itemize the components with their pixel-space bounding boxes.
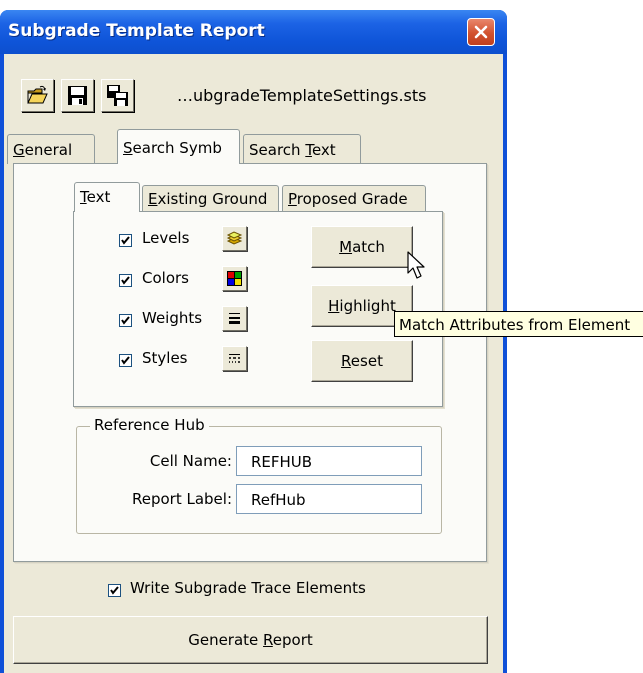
report-label-label: Report Label: (131, 490, 232, 508)
reset-button[interactable]: Reset (311, 340, 413, 382)
open-button[interactable] (21, 79, 54, 112)
folder-open-icon (27, 85, 48, 104)
close-icon (474, 25, 488, 39)
tab-search-text[interactable]: Search Text (243, 134, 361, 164)
styles-checkbox[interactable] (119, 354, 132, 367)
weights-button[interactable] (222, 306, 247, 331)
check-mark-icon (110, 586, 119, 595)
settings-filename: …ubgradeTemplateSettings.sts (177, 86, 427, 105)
floppy-disk-icon (68, 86, 87, 105)
colors-icon (227, 271, 242, 286)
close-button[interactable] (467, 18, 495, 46)
write-trace-label: Write Subgrade Trace Elements (130, 579, 366, 597)
levels-button[interactable] (222, 226, 247, 251)
levels-checkbox[interactable] (119, 234, 132, 247)
dialog-window: Subgrade Template Report …ubgradeTemplat… (0, 10, 507, 673)
title-bar[interactable]: Subgrade Template Report (0, 10, 507, 54)
levels-icon (226, 231, 243, 245)
check-mark-icon (121, 236, 130, 245)
save-button[interactable] (61, 79, 94, 112)
match-tooltip: Match Attributes from Element (394, 311, 643, 337)
reference-hub-group (76, 426, 442, 534)
cell-name-label: Cell Name: (149, 452, 232, 470)
report-label-input[interactable]: RefHub (236, 484, 422, 514)
window-title: Subgrade Template Report (8, 21, 265, 41)
tab-general[interactable]: General (7, 134, 95, 164)
generate-report-button[interactable]: Generate Report (13, 616, 488, 664)
weights-icon (229, 313, 240, 324)
styles-button[interactable] (222, 346, 247, 371)
tab-text[interactable]: Text (74, 182, 140, 212)
text-attributes-panel: Levels Colors Weights Styles Match Highl… (73, 211, 443, 407)
check-mark-icon (121, 356, 130, 365)
weights-checkbox[interactable] (119, 314, 132, 327)
search-symb-panel: Text Existing Ground Proposed Grade Leve… (13, 163, 487, 562)
reference-hub-legend: Reference Hub (90, 416, 209, 434)
save-as-button[interactable] (101, 79, 134, 112)
tab-search-symb[interactable]: Search Symb (117, 129, 240, 164)
tab-existing-ground[interactable]: Existing Ground (142, 185, 279, 212)
tab-proposed-grade[interactable]: Proposed Grade (282, 185, 426, 212)
dialog-body: …ubgradeTemplateSettings.sts General Sea… (4, 54, 503, 673)
write-trace-checkbox[interactable] (108, 584, 121, 597)
colors-label: Colors (142, 269, 189, 287)
styles-label: Styles (142, 349, 188, 367)
colors-button[interactable] (222, 266, 247, 291)
mouse-cursor-icon (407, 251, 425, 279)
styles-icon (229, 354, 240, 363)
save-as-icon (107, 85, 128, 106)
weights-label: Weights (142, 309, 203, 327)
levels-label: Levels (142, 229, 190, 247)
cell-name-input[interactable]: REFHUB (236, 446, 422, 476)
check-mark-icon (121, 276, 130, 285)
colors-checkbox[interactable] (119, 274, 132, 287)
check-mark-icon (121, 316, 130, 325)
match-button[interactable]: Match (311, 226, 413, 268)
